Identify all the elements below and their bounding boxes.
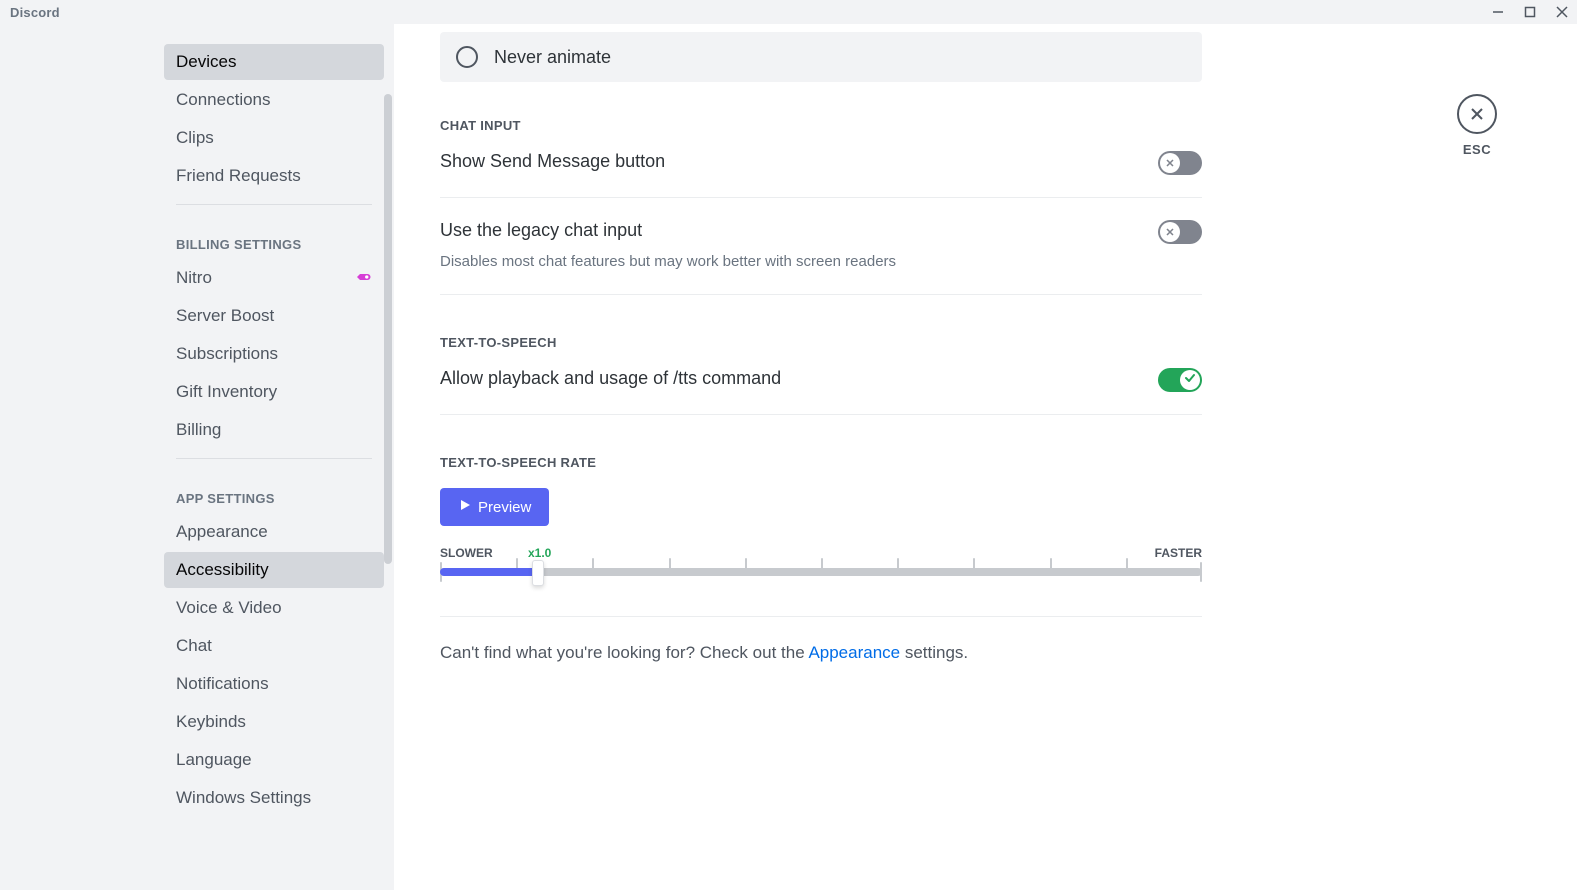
slider-thumb[interactable] — [532, 560, 544, 586]
sidebar-item-label: Appearance — [176, 522, 268, 542]
slider-label-current: x1.0 — [528, 546, 551, 560]
minimize-icon[interactable] — [1491, 5, 1505, 19]
preview-button-label: Preview — [478, 499, 531, 516]
setting-tts-allow: Allow playback and usage of /tts command — [440, 368, 1202, 415]
sidebar-header-billing: BILLING SETTINGS — [164, 215, 384, 260]
toggle-legacy-chat-input[interactable]: ✕ — [1158, 220, 1202, 244]
sidebar-divider — [176, 204, 372, 205]
sidebar-item-gift-inventory[interactable]: Gift Inventory — [164, 374, 384, 410]
sidebar-divider — [176, 458, 372, 459]
sidebar-item-server-boost[interactable]: Server Boost — [164, 298, 384, 334]
sidebar-item-billing[interactable]: Billing — [164, 412, 384, 448]
close-icon — [1469, 106, 1485, 122]
sidebar-item-label: Accessibility — [176, 560, 269, 580]
setting-title: Allow playback and usage of /tts command — [440, 368, 781, 389]
close-button[interactable] — [1457, 94, 1497, 134]
sidebar-item-voice-video[interactable]: Voice & Video — [164, 590, 384, 626]
sidebar-item-friend-requests[interactable]: Friend Requests — [164, 158, 384, 194]
sidebar-item-accessibility[interactable]: Accessibility — [164, 552, 384, 588]
footer-text-pre: Can't find what you're looking for? Chec… — [440, 643, 808, 662]
sidebar-item-label: Windows Settings — [176, 788, 311, 808]
slider-ticks — [440, 562, 1202, 582]
sidebar-item-appearance[interactable]: Appearance — [164, 514, 384, 550]
sidebar-container: Devices Connections Clips Friend Request… — [0, 24, 394, 890]
slider-fill — [440, 568, 538, 576]
close-window-icon[interactable] — [1555, 5, 1569, 19]
sidebar-scrollbar[interactable] — [384, 94, 392, 564]
sidebar-item-label: Chat — [176, 636, 212, 656]
sidebar-item-devices[interactable]: Devices — [164, 44, 384, 80]
preview-button[interactable]: Preview — [440, 488, 549, 526]
section-header-chat-input: CHAT INPUT — [440, 118, 1202, 133]
slider-label-slower: SLOWER — [440, 546, 493, 560]
sidebar-item-chat[interactable]: Chat — [164, 628, 384, 664]
tts-rate-slider[interactable]: SLOWER x1.0 FASTER — [440, 546, 1202, 576]
sidebar-item-label: Server Boost — [176, 306, 274, 326]
toggle-tts-allow[interactable] — [1158, 368, 1202, 392]
sidebar-item-notifications[interactable]: Notifications — [164, 666, 384, 702]
sidebar-item-windows-settings[interactable]: Windows Settings — [164, 780, 384, 816]
sidebar-item-keybinds[interactable]: Keybinds — [164, 704, 384, 740]
sidebar-item-label: Gift Inventory — [176, 382, 277, 402]
slider-label-faster: FASTER — [1155, 546, 1202, 560]
window-controls — [1491, 5, 1569, 19]
radio-icon — [456, 46, 478, 68]
footer-hint: Can't find what you're looking for? Chec… — [440, 643, 1202, 663]
sidebar-item-label: Friend Requests — [176, 166, 301, 186]
maximize-icon[interactable] — [1523, 5, 1537, 19]
close-label: ESC — [1463, 142, 1491, 157]
sidebar-item-label: Notifications — [176, 674, 269, 694]
setting-show-send-button: Show Send Message button ✕ — [440, 151, 1202, 198]
check-icon — [1184, 371, 1196, 389]
sidebar-item-subscriptions[interactable]: Subscriptions — [164, 336, 384, 372]
setting-description: Disables most chat features but may work… — [440, 251, 896, 272]
setting-title: Show Send Message button — [440, 151, 665, 172]
play-icon — [458, 498, 472, 516]
setting-title: Use the legacy chat input — [440, 220, 896, 241]
sidebar-item-label: Nitro — [176, 268, 212, 288]
sidebar-item-label: Devices — [176, 52, 236, 72]
sidebar-item-label: Language — [176, 750, 252, 770]
sidebar-item-label: Clips — [176, 128, 214, 148]
radio-label: Never animate — [494, 47, 611, 68]
close-settings: ESC — [1457, 94, 1497, 157]
sidebar-item-label: Connections — [176, 90, 271, 110]
sidebar-item-label: Billing — [176, 420, 221, 440]
settings-sidebar: Devices Connections Clips Friend Request… — [154, 24, 394, 890]
x-icon: ✕ — [1165, 157, 1174, 170]
section-header-tts-rate: TEXT-TO-SPEECH RATE — [440, 455, 1202, 470]
appearance-link[interactable]: Appearance — [808, 643, 900, 662]
section-header-tts: TEXT-TO-SPEECH — [440, 335, 1202, 350]
sidebar-item-label: Voice & Video — [176, 598, 282, 618]
sidebar-header-app: APP SETTINGS — [164, 469, 384, 514]
slider-track[interactable] — [440, 568, 1202, 576]
sidebar-item-clips[interactable]: Clips — [164, 120, 384, 156]
sidebar-item-label: Keybinds — [176, 712, 246, 732]
slider-labels: SLOWER x1.0 FASTER — [440, 546, 1202, 562]
sidebar-item-language[interactable]: Language — [164, 742, 384, 778]
radio-never-animate[interactable]: Never animate — [440, 32, 1202, 82]
sidebar-item-nitro[interactable]: Nitro — [164, 260, 384, 296]
nitro-icon — [354, 268, 372, 288]
window-titlebar: Discord — [0, 0, 1577, 24]
main-content: Never animate CHAT INPUT Show Send Messa… — [394, 24, 1577, 890]
setting-legacy-chat-input: Use the legacy chat input Disables most … — [440, 220, 1202, 295]
x-icon: ✕ — [1165, 226, 1174, 239]
sidebar-item-label: Subscriptions — [176, 344, 278, 364]
toggle-show-send-button[interactable]: ✕ — [1158, 151, 1202, 175]
app-title: Discord — [10, 5, 60, 20]
sidebar-item-connections[interactable]: Connections — [164, 82, 384, 118]
footer-text-post: settings. — [900, 643, 968, 662]
